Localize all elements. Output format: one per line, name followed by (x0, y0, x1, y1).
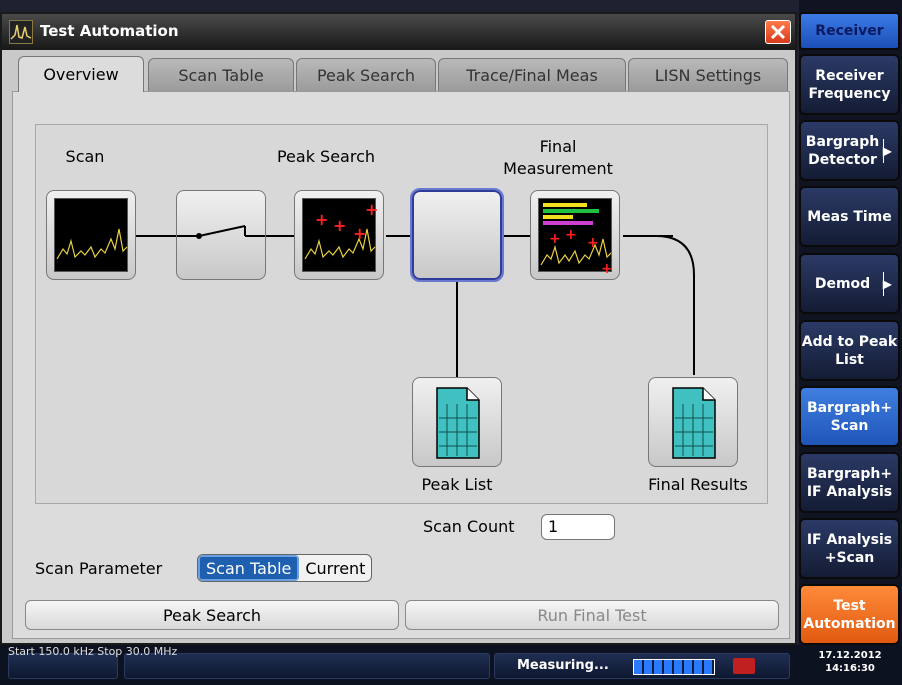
softkey-if-analysis-scan[interactable]: IF Analysis +Scan (799, 518, 900, 579)
peak-list-node[interactable] (412, 377, 502, 467)
connector-curve (656, 235, 695, 375)
measuring-status: Measuring... (517, 658, 609, 673)
connector-line (456, 278, 458, 378)
scan-parameter-toggle[interactable]: Scan Table Current (197, 554, 373, 582)
peak-list-label: Peak List (421, 475, 493, 494)
empty-step-node[interactable] (410, 188, 504, 282)
peak-search-label: Peak Search (276, 147, 376, 166)
close-icon[interactable] (765, 20, 791, 44)
scan-count-input[interactable]: 1 (541, 514, 615, 540)
softkey-add-to-peak-list[interactable]: Add to Peak List (799, 320, 900, 381)
final-measurement-icon: + + + + (538, 198, 613, 277)
softkey-panel: Receiver Receiver Frequency Bargraph Det… (799, 0, 902, 650)
progress-bar (633, 659, 715, 675)
spectrum-app-icon (9, 20, 33, 44)
softkey-label: Receiver Frequency (808, 67, 891, 102)
connector-line (136, 235, 176, 237)
softkey-demod[interactable]: Demod ▶ (799, 253, 900, 314)
final-results-node[interactable] (648, 377, 738, 467)
tab-trace-final-meas[interactable]: Trace/Final Meas (438, 58, 626, 92)
svg-text:+: + (565, 227, 577, 243)
softkey-label: Test Automation (803, 597, 896, 632)
softkey-label: Add to Peak List (801, 333, 898, 368)
date: 17.12.2012 (818, 650, 882, 661)
run-final-test-button[interactable]: Run Final Test (405, 600, 779, 630)
peak-search-button[interactable]: Peak Search (25, 600, 399, 630)
scan-switch-node[interactable] (176, 190, 266, 280)
svg-text:+: + (549, 231, 561, 247)
softkey-label: Demod (814, 275, 871, 292)
final-measurement-label-1: Final (539, 137, 577, 156)
tab-scan-table[interactable]: Scan Table (148, 58, 294, 92)
datetime: 17.12.2012 14:16:30 (800, 649, 900, 675)
peak-search-icon: + + + + (302, 198, 378, 272)
tab-peak-search[interactable]: Peak Search (296, 58, 436, 92)
connector-line (266, 235, 296, 237)
overview-diagram: Scan Peak Search Final Measurement + + +… (35, 124, 768, 504)
current-option[interactable]: Current (299, 555, 371, 581)
overview-panel: Scan Peak Search Final Measurement + + +… (12, 91, 790, 639)
softkey-label: Meas Time (807, 208, 892, 225)
tab-overview[interactable]: Overview (18, 56, 144, 92)
submenu-arrow-icon: ▶ (882, 276, 892, 291)
softkey-bargraph-if-analysis[interactable]: Bargraph+ IF Analysis (799, 452, 900, 513)
svg-text:+: + (601, 261, 613, 273)
scan-node[interactable] (46, 190, 136, 280)
test-automation-dialog: Test Automation Overview Scan Table Peak… (0, 12, 797, 645)
final-results-label: Final Results (648, 475, 748, 494)
svg-text:+: + (315, 210, 328, 229)
switch-icon (177, 225, 265, 239)
dialog-title: Test Automation (40, 22, 179, 40)
peak-search-node[interactable]: + + + + (294, 190, 384, 280)
document-icon (672, 387, 716, 459)
softkey-test-automation[interactable]: Test Automation (799, 584, 900, 645)
softkey-label: Bargraph+ Scan (806, 399, 893, 434)
scan-label: Scan (65, 147, 105, 166)
tab-lisn-settings[interactable]: LISN Settings (628, 58, 788, 92)
scan-parameter-label: Scan Parameter (35, 559, 163, 578)
softkey-receiver-frequency[interactable]: Receiver Frequency (799, 54, 900, 115)
svg-text:+: + (333, 216, 346, 235)
softkey-bargraph-detector[interactable]: Bargraph Detector ▶ (799, 120, 900, 181)
lxi-icon (733, 658, 755, 674)
title-bar: Test Automation (2, 14, 795, 50)
frequency-strip: Start 150.0 kHz Stop 30.0 MHz (8, 645, 178, 657)
softkey-meas-time[interactable]: Meas Time (799, 186, 900, 247)
softkey-label: Bargraph+ IF Analysis (806, 465, 893, 500)
document-icon (436, 387, 480, 459)
final-measurement-node[interactable]: + + + + (530, 190, 620, 280)
softkey-label: IF Analysis +Scan (806, 531, 893, 566)
softkey-menu-header: Receiver (799, 12, 900, 50)
scan-table-option[interactable]: Scan Table (198, 555, 300, 581)
softkey-bargraph-scan[interactable]: Bargraph+ Scan (799, 386, 900, 447)
scan-spectrum-icon (54, 198, 128, 272)
time: 14:16:30 (825, 663, 875, 674)
svg-text:+: + (353, 224, 366, 243)
svg-text:+: + (587, 235, 599, 251)
final-measurement-label-2: Measurement (503, 159, 613, 178)
svg-text:+: + (365, 200, 377, 219)
submenu-arrow-icon: ▶ (882, 143, 892, 158)
scan-count-label: Scan Count (423, 517, 515, 536)
